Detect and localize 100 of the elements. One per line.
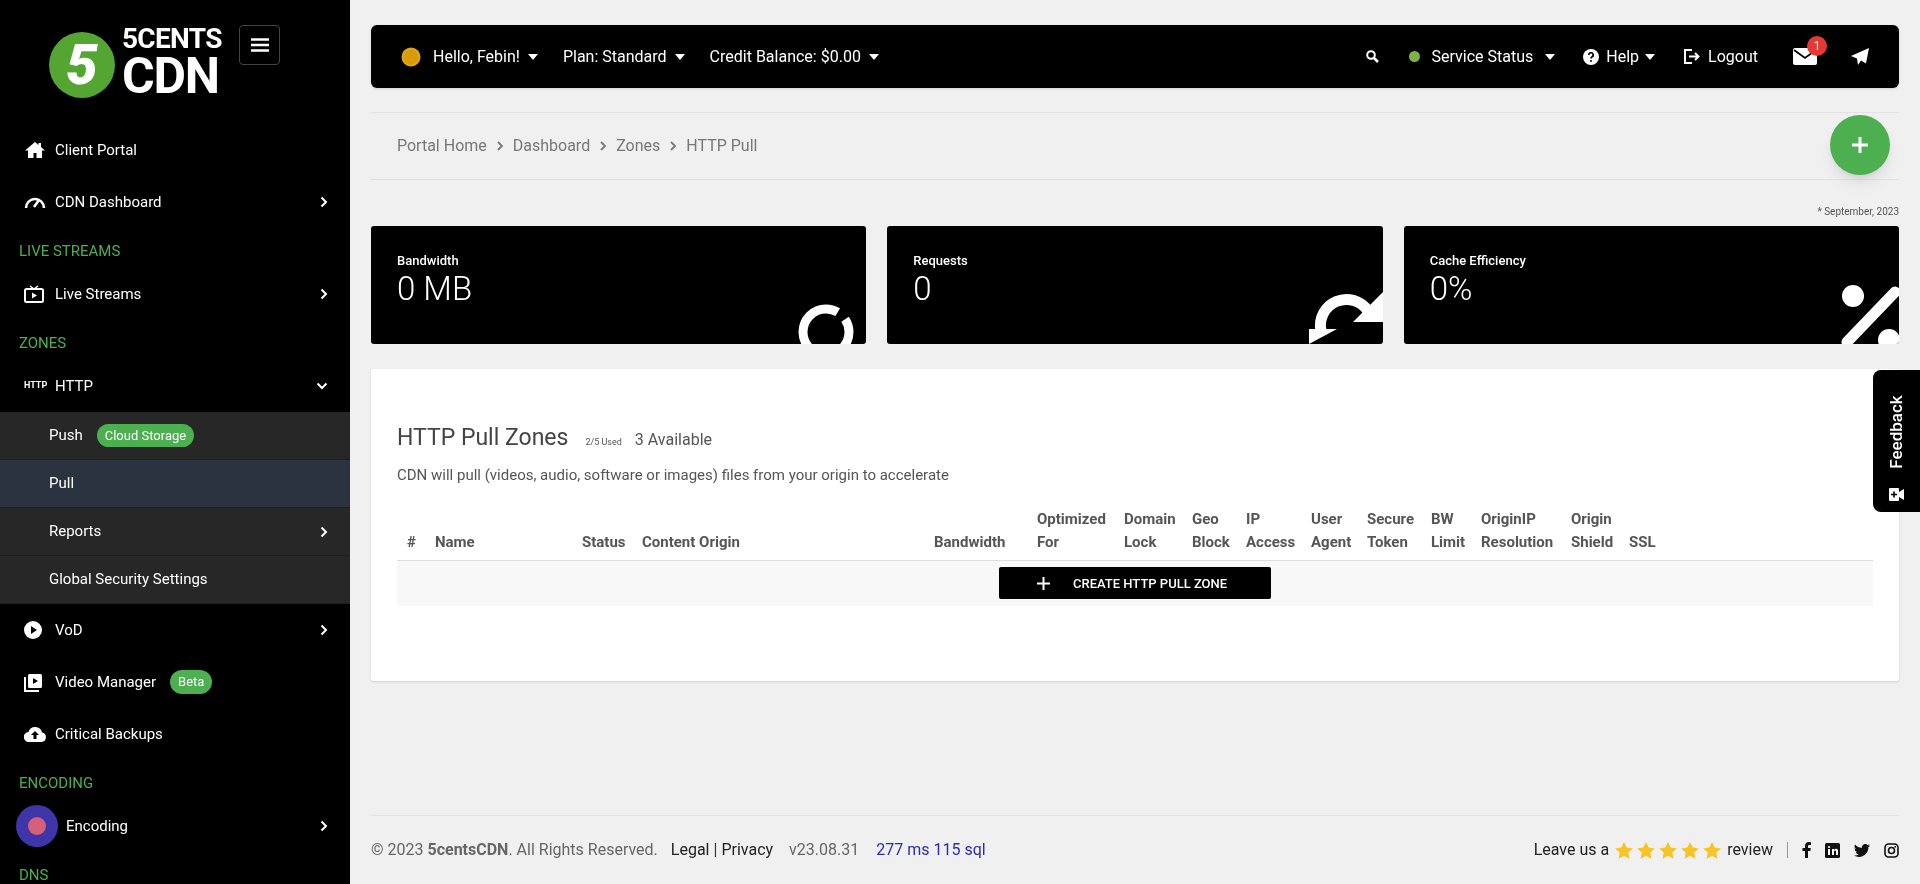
period-note: * September, 2023 [1817, 205, 1899, 219]
section-heading: LIVE STREAMS [18, 240, 122, 262]
menu-button[interactable] [239, 25, 280, 65]
logo-mark: 5 [49, 32, 115, 98]
feedback-tab[interactable]: Feedback [1873, 370, 1920, 512]
caret-icon [527, 53, 538, 60]
paper-plane-icon [1851, 47, 1869, 66]
sidebar-item[interactable]: CDN Dashboard [0, 176, 350, 228]
timing-text: 277 ms 115 sql [876, 839, 986, 861]
column-header: IP Access [1246, 509, 1296, 553]
column-header: Name [435, 532, 476, 553]
breadcrumb-link[interactable]: Zones [616, 134, 661, 158]
submenu-item[interactable]: Pull [0, 460, 350, 508]
search-icon [1365, 50, 1379, 63]
footer-link[interactable]: Legal [670, 838, 710, 862]
column-header: Optimized For [1037, 509, 1106, 553]
star-icon [1703, 841, 1722, 859]
sun-avatar-icon [401, 46, 421, 67]
column-header: Bandwidth [934, 532, 1007, 553]
send-button[interactable] [1851, 47, 1869, 66]
user-menu[interactable]: Hello, Febin! [401, 44, 538, 69]
column-header: User Agent [1311, 509, 1352, 553]
logo-text: CDN [122, 51, 219, 101]
dropdown-menu[interactable]: Plan: Standard [562, 44, 685, 69]
stat-label: Requests [913, 252, 969, 270]
usage-count: 2/5 Used [585, 436, 622, 449]
chevron-icon [670, 141, 677, 151]
sidebar-item-label: Client Portal [55, 139, 137, 161]
notification-badge: 1 [1807, 36, 1827, 56]
star-icon [1659, 841, 1678, 859]
twitter-icon [1854, 843, 1870, 857]
caret-icon [674, 53, 685, 60]
available-count: 3 Available [634, 429, 713, 451]
sidebar-item[interactable]: VoD [0, 604, 350, 656]
panel-description: CDN will pull (videos, audio, software or images) files from your origin to accelerate [397, 464, 950, 486]
breadcrumb-link[interactable]: HTTP Pull [686, 134, 758, 158]
video-plus-icon [1889, 487, 1904, 501]
instagram-icon [1884, 842, 1899, 858]
stat-label: Cache Efficiency [1429, 252, 1527, 270]
rating-stars[interactable] [1615, 841, 1722, 859]
column-header: Geo Block [1192, 509, 1230, 553]
sidebar-item-label: Critical Backups [55, 723, 163, 745]
column-header: OriginIP Resolution [1481, 509, 1554, 553]
sidebar-item-label: Encoding [66, 815, 129, 837]
sidebar-item[interactable]: Encoding [0, 800, 350, 852]
sidebar-item-label: VoD [55, 619, 83, 641]
sidebar-item[interactable]: HTTP HTTP [0, 360, 350, 412]
logout-icon [1683, 48, 1701, 65]
column-header: Secure Token [1367, 509, 1414, 553]
version-text: v23.08.31 [789, 839, 860, 861]
breadcrumb-link[interactable]: Dashboard [512, 134, 591, 158]
stat-value: 0 MB [397, 270, 474, 307]
submenu-item-label: Global Security Settings [49, 569, 208, 591]
breadcrumb-link[interactable]: Portal Home [397, 134, 487, 158]
chevron-icon [320, 525, 328, 538]
logo-text: 5CENTS [122, 25, 222, 53]
plus-icon [1037, 576, 1050, 590]
column-header: Status [582, 532, 627, 553]
chevron-icon [496, 141, 503, 151]
sidebar-item[interactable]: Video Manager Beta [0, 656, 350, 708]
logout-button[interactable]: Logout [1683, 44, 1758, 69]
footer-link[interactable]: Privacy [721, 838, 774, 862]
video-library-icon [24, 672, 43, 692]
sidebar-item[interactable]: Critical Backups [0, 708, 350, 760]
sidebar-item-label: HTTP [55, 375, 93, 397]
panel-title: HTTP Pull Zones [397, 423, 569, 453]
stat-label: Bandwidth [397, 252, 460, 270]
tv-play-icon [24, 285, 44, 303]
column-header: SSL [1629, 532, 1656, 553]
submenu-item-label: Reports [49, 521, 102, 543]
chevron-icon [316, 382, 328, 390]
help-icon [1583, 48, 1600, 65]
section-heading: DNS [18, 864, 50, 884]
sidebar-item-label: Live Streams [55, 283, 142, 305]
create-zone-button[interactable]: CREATE HTTP PULL ZONE [999, 567, 1271, 600]
review-text: Leave us a [1533, 839, 1610, 861]
status-menu[interactable]: Service Status [1408, 44, 1556, 69]
sidebar-item[interactable]: Client Portal [0, 124, 350, 176]
stat-value: 0% [1429, 270, 1474, 307]
help-menu[interactable]: Help [1583, 44, 1656, 69]
chevron-icon [320, 820, 328, 832]
chevron-icon [600, 141, 607, 151]
submenu-item-label: Push [49, 425, 83, 447]
column-header: # [407, 532, 417, 553]
dropdown-menu[interactable]: Credit Balance: $0.00 [709, 44, 879, 69]
sidebar-item[interactable]: Live Streams [0, 268, 350, 320]
star-icon [1681, 841, 1700, 859]
chat-widget-button[interactable] [16, 805, 58, 847]
column-header: BW Limit [1431, 509, 1466, 553]
star-icon [1637, 841, 1656, 859]
mail-button[interactable]: 1 [1793, 36, 1827, 65]
review-text: review [1727, 839, 1773, 861]
caret-icon [1545, 53, 1556, 60]
cloud-upload-icon [24, 726, 46, 742]
link-separator: | [713, 839, 718, 861]
caret-icon [1645, 53, 1656, 60]
submenu-item-label: Pull [49, 473, 75, 495]
linkedin-icon [1825, 842, 1840, 858]
star-icon [1615, 841, 1634, 859]
column-header: Origin Shield [1571, 509, 1614, 553]
